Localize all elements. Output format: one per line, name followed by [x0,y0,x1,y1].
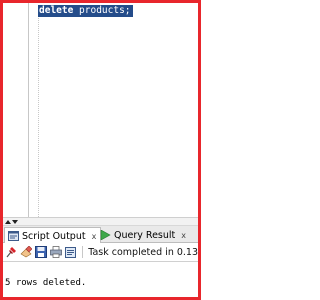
close-icon[interactable]: x [181,231,186,240]
script-output-area[interactable]: 5 rows deleted. [3,262,198,297]
gutter-divider [28,3,29,217]
script-output-icon [8,231,19,241]
output-message: 5 rows deleted. [5,278,87,288]
pin-icon[interactable] [5,246,17,259]
output-toolbar: Task completed in 0.13 [3,243,198,262]
minimize-down-arrow-icon[interactable] [12,220,18,224]
output-tab-bar: Script Output x Query Result x [3,226,198,244]
tab-script-output-label: Script Output [22,230,86,242]
panel-splitter[interactable] [3,217,198,226]
eraser-icon[interactable] [20,246,33,259]
export-icon[interactable] [65,246,77,259]
run-arrow-icon [100,229,111,241]
sql-statement-rest: products; [73,5,131,16]
window-frame: delete products; Script Output x Query R… [0,0,201,300]
maximize-up-arrow-icon[interactable] [5,220,11,224]
print-icon[interactable] [50,246,63,259]
code-line-selected[interactable]: delete products; [38,5,133,17]
tab-script-output[interactable]: Script Output x [4,227,102,244]
sql-keyword: delete [39,5,74,16]
tab-query-result-label: Query Result [114,229,176,241]
save-icon[interactable] [35,246,48,259]
toolbar-separator [82,246,84,258]
close-icon[interactable]: x [92,232,97,241]
task-status-text: Task completed in 0.13 [88,246,198,258]
tab-query-result[interactable]: Query Result x [97,227,190,243]
sql-editor[interactable]: delete products; [3,3,198,217]
fold-guide-line [38,15,39,217]
editor-gutter [3,3,28,217]
